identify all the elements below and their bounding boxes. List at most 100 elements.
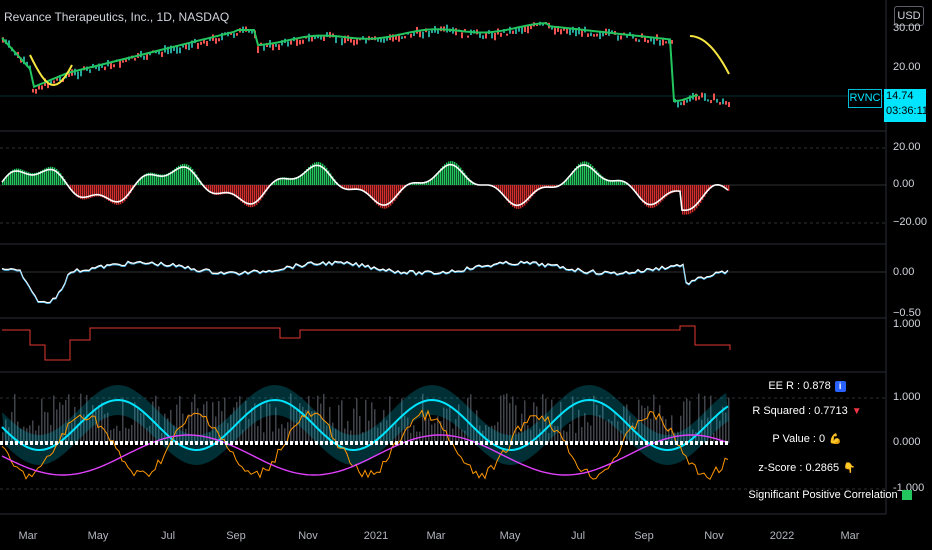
price-candle [698,96,700,100]
price-candle [725,101,727,105]
price-candle [32,88,34,93]
price-candle [569,28,571,36]
green-square-icon [901,490,912,501]
price-axis-label: 30.00 [893,22,921,34]
price-candle [215,38,217,44]
correlation-volume-bar [605,420,607,443]
price-candle [461,32,463,39]
price-candle [554,26,556,35]
price-candle [188,43,190,51]
price-candle [143,55,145,60]
pane2-axis-label: 20.00 [893,141,921,153]
price-candle [41,85,43,90]
price-candle [494,32,496,41]
price-candle [404,35,406,39]
last-price-box: 14.74 03:36:11 [884,89,929,122]
price-candle [620,35,622,40]
correlation-volume-bar [284,428,286,443]
price-candle [113,64,115,68]
time-axis-label: Jul [570,530,586,542]
price-candle [710,100,712,104]
bar-countdown: 03:36:11 [886,105,929,117]
time-axis-label: Sep [634,530,654,542]
price-candle [524,26,526,33]
price-axis-label: 20.00 [893,61,921,73]
price-candle [200,41,202,45]
price-candle [578,27,580,35]
time-axis-label: May [499,530,521,542]
pane3-line [1,261,729,305]
price-candle [176,46,178,54]
flexed-biceps-icon: 💪 [829,434,842,445]
price-candle [206,40,208,47]
pane2-axis-label: −20.00 [893,216,927,228]
price-candle [491,32,493,39]
price-candle [53,80,55,84]
price-candle [599,32,601,40]
price-candle [77,71,79,80]
price-candle [665,41,667,44]
pane4-step-line [2,325,731,361]
price-candle [275,44,277,47]
pane5-axis-label: 0.000 [893,436,921,448]
price-candle [521,26,523,34]
price-candle [596,33,598,37]
price-candle [515,28,517,34]
price-candle [680,102,682,106]
symbol-tag: RVNC [848,89,882,108]
price-candle [728,102,730,108]
price-candle [719,102,721,105]
correlation-volume-bar [590,425,592,443]
stat-p-value: P Value : 0 💪 [772,433,842,445]
stat-z-score: z-Score : 0.2865 👇 [758,462,856,474]
price-candle [299,39,301,45]
price-candle [263,45,265,51]
price-candle [197,42,199,49]
price-candle [638,39,640,42]
chart-title: Revance Therapeutics, Inc., 1D, NASDAQ [4,10,230,24]
price-candle [134,58,136,61]
correlation-volume-bar [584,413,586,443]
price-candle [236,33,238,36]
price-candle [560,29,562,35]
price-candle [104,66,106,71]
price-candle [125,59,127,62]
price-candle [686,99,688,103]
price-candle [593,34,595,37]
price-candle [383,38,385,43]
correlation-volume-bar [581,427,583,443]
price-candle [518,27,520,32]
correlation-volume-bar [569,424,571,443]
price-candle [446,24,448,33]
correlation-volume-bar [428,418,430,443]
price-candle [500,32,502,37]
triangle-down-icon: ▼ [851,406,862,417]
price-candle [722,98,724,105]
price-candle [398,35,400,42]
price-candle [119,60,121,68]
correlation-volume-bar [587,422,589,443]
pane5-axis-label: 1.000 [893,391,921,403]
price-candle [35,88,37,94]
backhand-pointing-down-icon: 👇 [843,463,856,474]
pane2-axis-label: 0.00 [893,178,915,190]
price-candle [353,39,355,46]
correlation-volume-bar [608,419,610,443]
price-candle [179,47,181,54]
price-candle [257,46,259,54]
correlation-volume-bar [257,426,259,443]
info-icon: i [834,381,846,392]
price-candle [341,38,343,46]
price-candle [410,33,412,38]
price-candle [161,51,163,57]
time-axis-label: Sep [226,530,246,542]
price-candle [146,53,148,60]
price-candle [716,98,718,103]
time-axis-label: Nov [298,530,318,542]
price-candle [617,35,619,41]
correlation-volume-bar [278,428,280,443]
price-candle [428,30,430,38]
price-candle [350,38,352,43]
price-candle [587,33,589,37]
trend-ma-line [689,35,730,75]
